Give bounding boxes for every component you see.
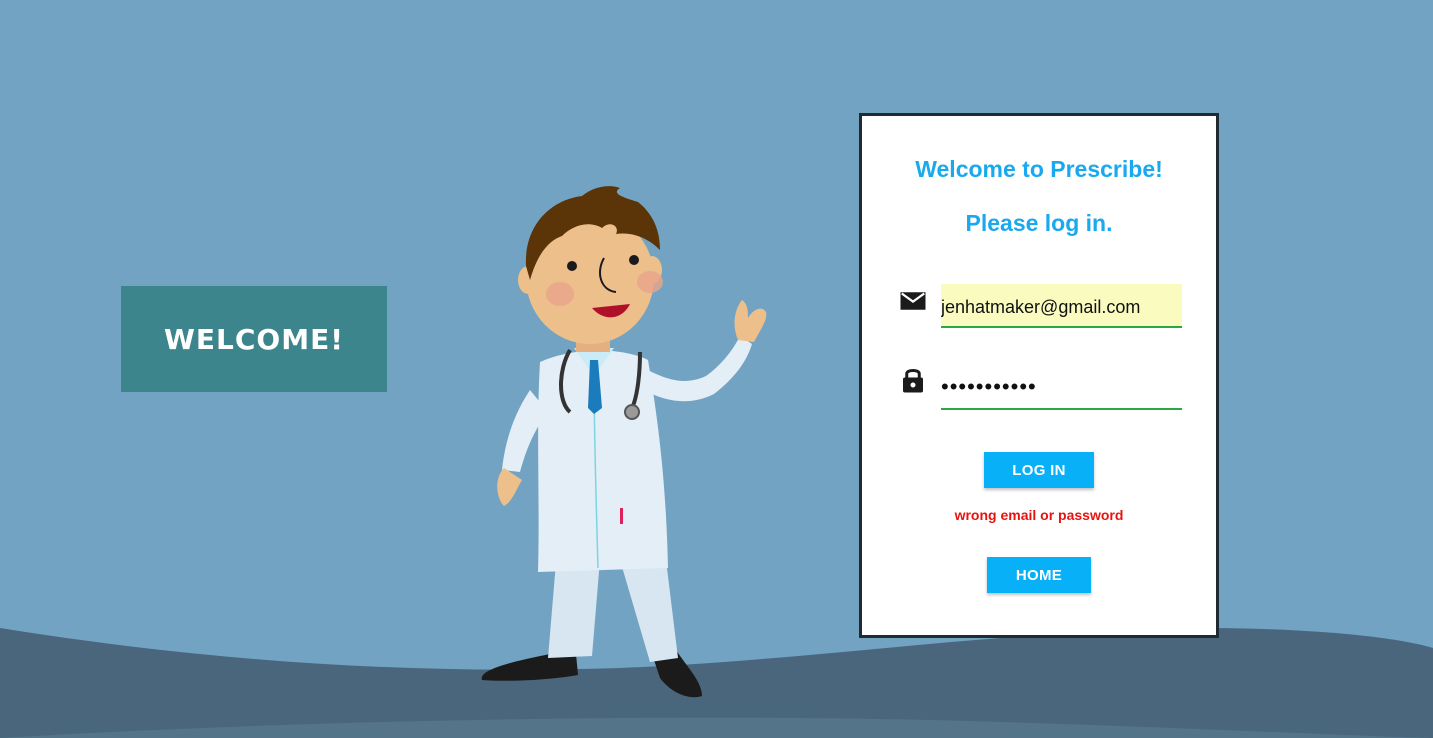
email-icon bbox=[900, 292, 926, 310]
welcome-title: Welcome to Prescribe! bbox=[915, 156, 1163, 182]
welcome-banner: WELCOME! bbox=[121, 286, 387, 392]
email-field[interactable] bbox=[941, 284, 1182, 328]
password-field[interactable] bbox=[941, 366, 1182, 410]
home-button[interactable]: HOME bbox=[987, 557, 1091, 593]
login-subtitle: Please log in. bbox=[965, 210, 1113, 236]
lock-icon bbox=[903, 368, 923, 393]
welcome-banner-text: WELCOME! bbox=[164, 322, 344, 356]
login-page: WELCOME! Welcome to Prescribe! Please lo… bbox=[0, 0, 1433, 738]
login-button[interactable]: LOG IN bbox=[984, 452, 1094, 488]
error-message: wrong email or password bbox=[954, 507, 1124, 523]
login-card: Welcome to Prescribe! Please log in. LOG… bbox=[859, 113, 1219, 638]
doctor-illustration bbox=[481, 186, 767, 698]
